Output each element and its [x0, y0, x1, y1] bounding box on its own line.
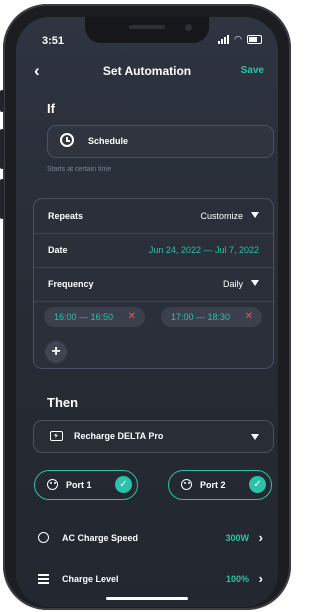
- then-section-label: Then: [47, 395, 79, 410]
- repeats-label: Repeats: [48, 211, 84, 221]
- check-icon: ✓: [249, 476, 266, 493]
- volume-down-button: [0, 179, 4, 219]
- mute-switch: [0, 90, 4, 112]
- date-row[interactable]: Date Jun 24, 2022 — Jul 7, 2022: [34, 233, 273, 268]
- setting-value: 300W: [225, 533, 249, 543]
- frequency-label: Frequency: [48, 279, 94, 289]
- ac-charge-speed-row[interactable]: AC Charge Speed 300W ›: [16, 528, 278, 548]
- app-screen: 3:51 ◠ ‹ Set Automation Save If Schedule…: [16, 17, 278, 607]
- time-slot-label: 16:00 — 16:50: [54, 312, 114, 322]
- date-label: Date: [48, 245, 68, 255]
- save-button[interactable]: Save: [241, 65, 264, 76]
- setting-label: Charge Level: [62, 574, 119, 584]
- date-value: Jun 24, 2022 — Jul 7, 2022: [148, 245, 259, 255]
- dropdown-triangle-icon: [251, 212, 259, 218]
- notch: [85, 17, 209, 43]
- volume-up-button: [0, 129, 4, 169]
- charge-icon: [50, 431, 63, 441]
- setting-value: 100%: [225, 574, 249, 584]
- time-slot-chip[interactable]: 17:00 — 18:30 ✕: [161, 307, 262, 327]
- chevron-right-icon: ›: [258, 571, 263, 586]
- trigger-schedule-card[interactable]: Schedule: [47, 125, 274, 158]
- page-title: Set Automation: [102, 64, 192, 78]
- repeats-value: Customize: [200, 211, 259, 221]
- add-time-slot-button[interactable]: +: [45, 341, 67, 363]
- port-label: Port 1: [66, 480, 92, 490]
- action-select[interactable]: Recharge DELTA Pro: [33, 420, 274, 453]
- time-slot-chip[interactable]: 16:00 — 16:50 ✕: [44, 307, 145, 327]
- header: ‹ Set Automation Save: [16, 62, 278, 82]
- outlet-icon: [181, 479, 192, 490]
- phone-frame: 3:51 ◠ ‹ Set Automation Save If Schedule…: [0, 4, 291, 610]
- home-indicator: [106, 597, 188, 600]
- gauge-icon: [38, 532, 49, 543]
- action-label: Recharge DELTA Pro: [74, 431, 164, 441]
- outlet-icon: [47, 479, 58, 490]
- front-camera: [185, 24, 192, 31]
- time-slot-label: 17:00 — 18:30: [171, 312, 231, 322]
- port-1-toggle[interactable]: Port 1 ✓: [34, 470, 138, 500]
- charge-level-row[interactable]: Charge Level 100% ›: [16, 569, 278, 589]
- sliders-icon: [38, 573, 49, 584]
- alarm-clock-icon: [60, 133, 74, 147]
- trigger-hint: Starts at certain time: [47, 166, 112, 173]
- dropdown-triangle-icon: [251, 280, 259, 286]
- signal-icon: [218, 35, 230, 44]
- speaker: [129, 25, 165, 29]
- trigger-label: Schedule: [88, 136, 129, 146]
- dropdown-triangle-icon: [251, 434, 259, 440]
- wifi-icon: ◠: [234, 34, 242, 44]
- frequency-row[interactable]: Frequency Daily: [34, 267, 273, 302]
- port-2-toggle[interactable]: Port 2 ✓: [168, 470, 272, 500]
- check-icon: ✓: [115, 476, 132, 493]
- battery-icon: [247, 35, 262, 44]
- port-label: Port 2: [200, 480, 226, 490]
- repeats-row[interactable]: Repeats Customize: [34, 199, 273, 234]
- setting-label: AC Charge Speed: [62, 533, 139, 543]
- chevron-right-icon: ›: [258, 530, 263, 545]
- frequency-value: Daily: [223, 279, 259, 289]
- status-time: 3:51: [42, 35, 65, 47]
- if-section-label: If: [47, 101, 55, 116]
- status-icons: ◠: [218, 35, 262, 44]
- remove-icon[interactable]: ✕: [245, 311, 253, 322]
- schedule-settings-card: Repeats Customize Date Jun 24, 2022 — Ju…: [33, 198, 274, 369]
- remove-icon[interactable]: ✕: [128, 311, 136, 322]
